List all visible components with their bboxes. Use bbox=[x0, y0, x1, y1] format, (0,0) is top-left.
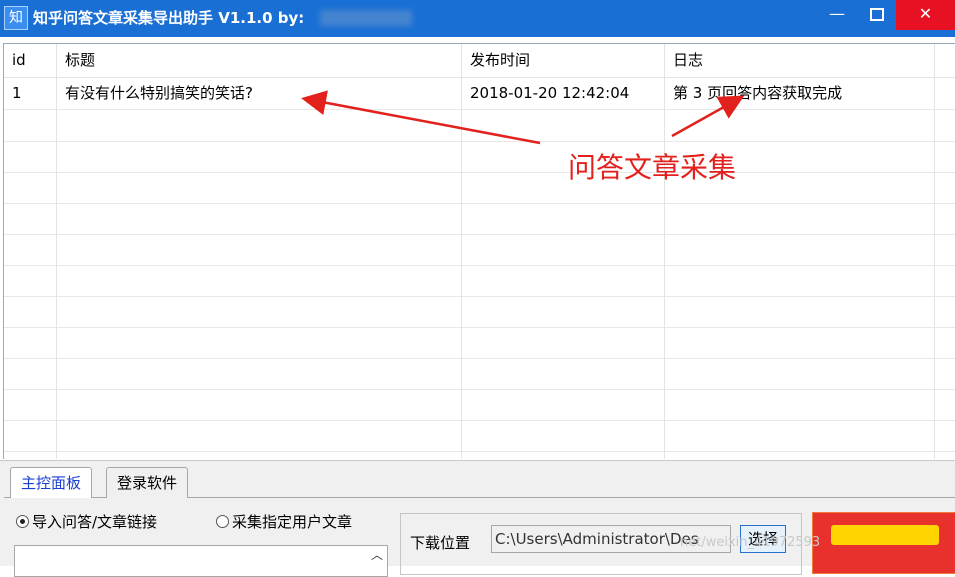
download-location-label: 下载位置 bbox=[410, 534, 471, 552]
tab-main-panel[interactable]: 主控面板 bbox=[10, 467, 93, 498]
scroll-up-icon[interactable]: ︿ bbox=[371, 546, 383, 563]
radio-user-articles[interactable]: 采集指定用户文章 bbox=[216, 511, 352, 532]
watermark: net/weixin_41972593 bbox=[680, 535, 821, 550]
link-list-box[interactable]: ︿ bbox=[14, 545, 388, 577]
radio-label: 采集指定用户文章 bbox=[232, 513, 353, 531]
radio-import-links[interactable]: 导入问答/文章链接 bbox=[16, 511, 157, 532]
arrow-to-title bbox=[301, 90, 541, 145]
radio-label: 导入问答/文章链接 bbox=[32, 513, 158, 531]
radio-checked-icon bbox=[16, 515, 29, 528]
radio-unchecked-icon bbox=[216, 515, 229, 528]
promo-banner-highlight bbox=[831, 525, 939, 545]
tab-login[interactable]: 登录软件 bbox=[106, 467, 189, 498]
arrow-to-log bbox=[671, 95, 745, 138]
annotation-label: 问答文章采集 bbox=[568, 151, 737, 184]
